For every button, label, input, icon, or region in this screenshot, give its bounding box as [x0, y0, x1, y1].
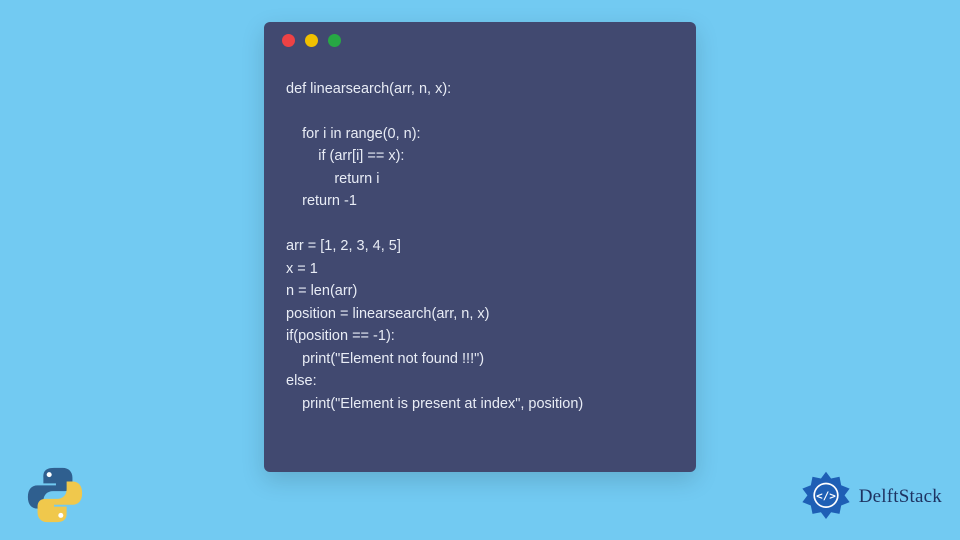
close-icon[interactable]	[282, 34, 295, 47]
code-line: def linearsearch(arr, n, x):	[286, 81, 451, 97]
code-line: print("Element is present at index", pos…	[286, 396, 583, 412]
code-line: if(position == -1):	[286, 328, 395, 344]
code-line: print("Element not found !!!")	[286, 351, 484, 367]
window-titlebar	[264, 22, 696, 58]
code-line: return -1	[286, 193, 357, 209]
python-logo-icon	[24, 464, 86, 526]
brand-name: DelftStack	[859, 486, 942, 508]
code-line: return i	[286, 171, 379, 187]
delftstack-logo-icon: </>	[799, 470, 853, 524]
code-block: def linearsearch(arr, n, x): for i in ra…	[264, 58, 696, 433]
maximize-icon[interactable]	[328, 34, 341, 47]
code-line: x = 1	[286, 261, 318, 277]
code-line: else:	[286, 373, 317, 389]
code-line: n = len(arr)	[286, 283, 357, 299]
code-line: arr = [1, 2, 3, 4, 5]	[286, 238, 401, 254]
svg-text:</>: </>	[816, 490, 836, 503]
minimize-icon[interactable]	[305, 34, 318, 47]
code-window: def linearsearch(arr, n, x): for i in ra…	[264, 22, 696, 472]
code-line: for i in range(0, n):	[286, 126, 421, 142]
brand-badge: </> DelftStack	[799, 470, 942, 524]
code-line: if (arr[i] == x):	[286, 148, 404, 164]
code-line: position = linearsearch(arr, n, x)	[286, 306, 490, 322]
